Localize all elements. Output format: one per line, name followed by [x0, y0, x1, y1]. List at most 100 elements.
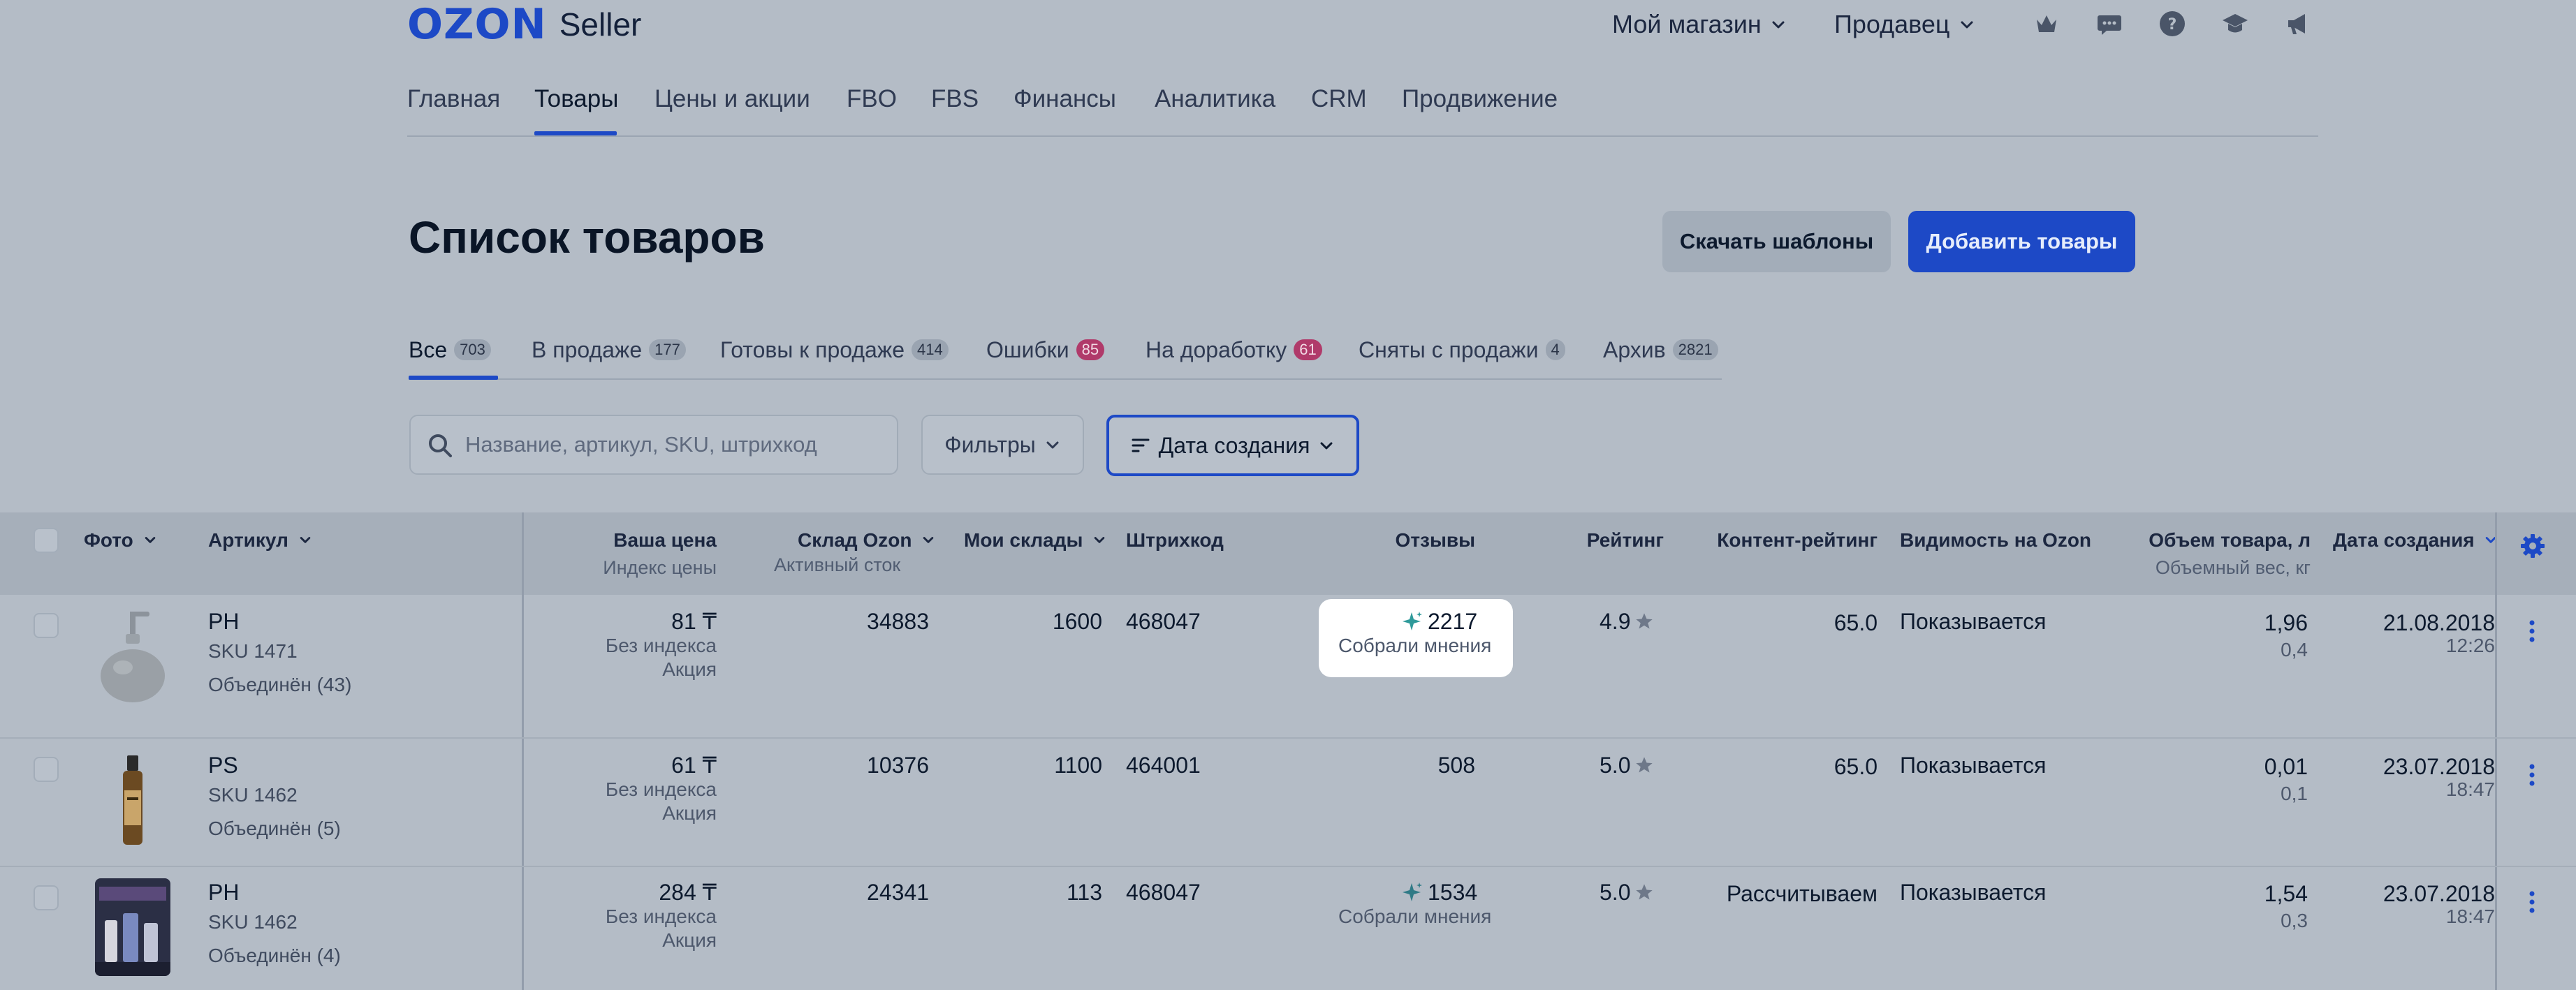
- barcode: 464001: [1126, 753, 1201, 778]
- product-article[interactable]: PH: [208, 878, 239, 906]
- tab-label: В продаже: [532, 337, 643, 362]
- barcode: 468047: [1126, 609, 1201, 634]
- product-merged[interactable]: Объединён (43): [208, 673, 351, 697]
- my-stock: 1100: [1054, 753, 1102, 778]
- chevron-down-icon: [1046, 441, 1059, 449]
- nav-item-finance[interactable]: Финансы: [1013, 78, 1116, 120]
- gear-icon[interactable]: [2519, 532, 2547, 560]
- volume-weight: 0,3: [2281, 910, 2308, 931]
- tab-ready[interactable]: Готовы к продаже 414: [720, 332, 949, 367]
- tab-archive[interactable]: Архив 2821: [1603, 332, 1718, 367]
- product-article[interactable]: PH: [208, 607, 239, 635]
- tabs-divider: [409, 378, 1722, 380]
- nav-item-crm[interactable]: CRM: [1311, 78, 1367, 120]
- tab-active-indicator: [409, 376, 498, 380]
- row-checkbox[interactable]: [34, 885, 59, 910]
- logo-brand: OZON: [407, 0, 547, 49]
- column-photo[interactable]: Фото: [84, 528, 157, 553]
- tab-all[interactable]: Все 703: [409, 332, 491, 367]
- announcement-icon[interactable]: [2284, 10, 2312, 38]
- column-rating[interactable]: Рейтинг: [1587, 528, 1664, 553]
- crown-icon[interactable]: [2033, 10, 2061, 38]
- product-merged[interactable]: Объединён (4): [208, 944, 341, 968]
- created-time: 12:26: [2445, 635, 2495, 656]
- tab-label: Все: [409, 337, 448, 362]
- column-article[interactable]: Артикул: [208, 528, 312, 553]
- reviews-note: Собрали мнения: [1338, 635, 1492, 656]
- nav-item-home[interactable]: Главная: [407, 78, 500, 120]
- download-templates-button[interactable]: Скачать шаблоны: [1662, 211, 1891, 272]
- product-photo-soap-dispenser[interactable]: [95, 606, 170, 704]
- row-menu-icon[interactable]: [2529, 617, 2535, 645]
- tab-needs-rework[interactable]: На доработку 61: [1146, 332, 1322, 367]
- tab-count-badge: 2821: [1672, 339, 1718, 360]
- sort-icon: [1132, 438, 1150, 452]
- tab-errors[interactable]: Ошибки 85: [986, 332, 1105, 367]
- column-barcode[interactable]: Штрихкод: [1126, 528, 1224, 553]
- created-date: 23.07.2018: [2383, 754, 2495, 779]
- column-created-date[interactable]: Дата создания: [2333, 528, 2498, 553]
- product-article[interactable]: PS: [208, 751, 238, 779]
- product-merged[interactable]: Объединён (5): [208, 817, 341, 841]
- product-sku: SKU 1462: [208, 784, 298, 806]
- promo-label[interactable]: Акция: [577, 929, 717, 952]
- reviews-count[interactable]: 2217: [1400, 607, 1477, 635]
- filters-button[interactable]: Фильтры: [921, 415, 1084, 475]
- product-rating: 5.0: [1600, 878, 1654, 906]
- column-created-label: Дата создания: [2333, 529, 2475, 551]
- nav-item-fbs[interactable]: FBS: [931, 78, 979, 120]
- row-divider: [0, 866, 2576, 867]
- visibility-status: Показывается: [1900, 609, 2047, 634]
- content-rating: 65.0: [1834, 610, 1878, 635]
- promo-label[interactable]: Акция: [577, 801, 717, 825]
- product-price: 61 ₸: [671, 753, 717, 778]
- row-checkbox[interactable]: [34, 757, 59, 782]
- column-price[interactable]: Ваша цена: [577, 528, 717, 553]
- reviews-value: 2217: [1428, 609, 1478, 634]
- row-checkbox[interactable]: [34, 613, 59, 638]
- volume-weight: 0,4: [2281, 639, 2308, 660]
- column-my-stock[interactable]: Мои склады: [964, 528, 1106, 553]
- reviews-count[interactable]: 1534: [1400, 878, 1477, 906]
- column-reviews[interactable]: Отзывы: [1335, 528, 1475, 553]
- sort-date-button[interactable]: Дата создания: [1106, 415, 1359, 476]
- select-all-checkbox[interactable]: [34, 528, 59, 553]
- created-date: 23.07.2018: [2383, 881, 2495, 906]
- seller-menu[interactable]: Продавец: [1834, 7, 1975, 42]
- row-menu-icon[interactable]: [2529, 888, 2535, 916]
- chat-icon[interactable]: [2095, 10, 2123, 38]
- tab-on-sale[interactable]: В продаже 177: [532, 332, 686, 367]
- column-ozon-stock[interactable]: Склад Ozon: [798, 528, 935, 553]
- nav-item-fbo[interactable]: FBO: [847, 78, 897, 120]
- nav-item-prices[interactable]: Цены и акции: [654, 78, 810, 120]
- row-menu-icon[interactable]: [2529, 761, 2535, 789]
- price-index: Без индекса: [605, 635, 717, 656]
- column-volume[interactable]: Объем товара, л: [2123, 528, 2311, 553]
- tab-removed[interactable]: Сняты с продажи 4: [1359, 332, 1565, 367]
- store-menu[interactable]: Мой магазин: [1612, 7, 1787, 42]
- star-icon: [1636, 884, 1653, 900]
- add-products-button[interactable]: Добавить товары: [1908, 211, 2135, 272]
- ozon-seller-logo[interactable]: OZON Seller: [407, 3, 641, 46]
- ozon-stock: 10376: [867, 753, 929, 778]
- search-input[interactable]: [409, 415, 898, 475]
- product-photo-bottle[interactable]: [95, 751, 170, 849]
- product-rating: 5.0: [1600, 751, 1654, 779]
- product-photo-set[interactable]: [95, 878, 170, 976]
- nav-item-promotion[interactable]: Продвижение: [1402, 78, 1558, 120]
- reviews-count[interactable]: 508: [1335, 751, 1475, 779]
- help-icon[interactable]: ?: [2158, 10, 2186, 38]
- tab-label: Готовы к продаже: [720, 337, 905, 362]
- education-icon[interactable]: [2221, 10, 2249, 38]
- promo-label[interactable]: Акция: [577, 658, 717, 681]
- chevron-down-icon: [1961, 21, 1973, 29]
- nav-item-analytics[interactable]: Аналитика: [1155, 78, 1275, 120]
- column-content-rating[interactable]: Контент-рейтинг: [1676, 528, 1878, 553]
- nav-item-products[interactable]: Товары: [534, 78, 618, 120]
- nav-divider: [407, 135, 2318, 137]
- tab-label: На доработку: [1146, 337, 1287, 362]
- column-visibility[interactable]: Видимость на Ozon: [1900, 528, 2091, 553]
- chevron-down-icon: [300, 537, 310, 543]
- ozon-stock: 24341: [867, 880, 929, 905]
- seller-menu-label: Продавец: [1834, 10, 1950, 38]
